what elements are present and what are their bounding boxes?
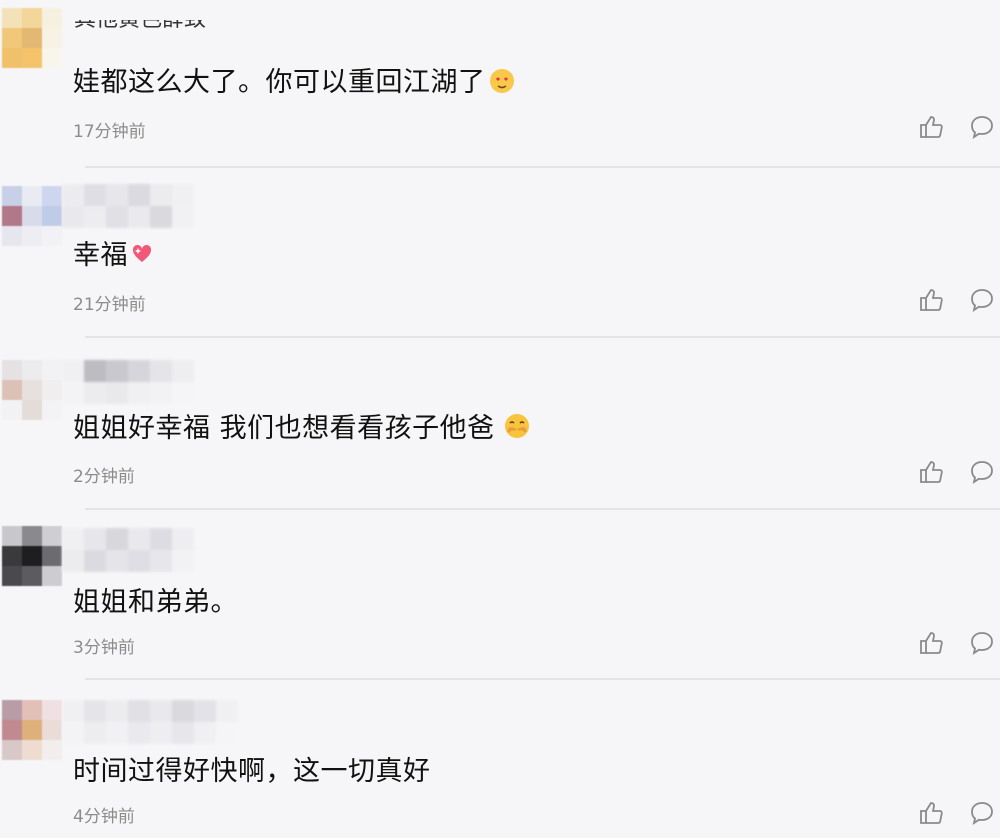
timestamp: 3分钟前 <box>73 638 135 658</box>
comment-bubble-icon[interactable] <box>968 113 996 141</box>
thumbs-up-icon[interactable] <box>917 113 945 141</box>
thumbs-up-icon[interactable] <box>917 799 945 827</box>
comment-text: 姐姐好幸福 我们也想看看孩子他爸 <box>73 406 531 447</box>
comment-bubble-icon[interactable] <box>968 286 996 314</box>
timestamp: 17分钟前 <box>73 122 146 142</box>
username-blurred[interactable] <box>62 528 194 572</box>
comment-text: 时间过得好快啊，这一切真好 <box>73 756 431 787</box>
username-blurred[interactable] <box>62 700 242 744</box>
thumbs-up-icon[interactable] <box>917 286 945 314</box>
avatar[interactable] <box>2 8 62 68</box>
comment-bubble-icon[interactable] <box>968 799 996 827</box>
timestamp: 4分钟前 <box>73 807 135 827</box>
username-blurred[interactable] <box>62 184 194 228</box>
divider <box>85 166 1000 168</box>
timestamp: 2分钟前 <box>73 467 135 487</box>
comment-text: 娃都这么大了。你可以重回江湖了 <box>73 60 516 101</box>
comment-text: 姐姐和弟弟。 <box>73 587 238 618</box>
username[interactable]: 其他黄色薛致 <box>74 20 206 32</box>
timestamp: 21分钟前 <box>73 295 146 315</box>
username-blurred[interactable] <box>62 360 194 404</box>
divider <box>85 678 1000 680</box>
divider <box>85 336 1000 338</box>
thumbs-up-icon[interactable] <box>917 458 945 486</box>
sparkling-heart-emoji <box>130 241 154 272</box>
avatar[interactable] <box>2 186 62 246</box>
avatar[interactable] <box>2 360 62 420</box>
avatar[interactable] <box>2 526 62 586</box>
avatar[interactable] <box>2 700 62 760</box>
comment-bubble-icon[interactable] <box>968 458 996 486</box>
divider <box>85 508 1000 510</box>
comment-text: 幸福 <box>73 233 154 272</box>
cat-heart-eyes-emoji <box>488 66 516 101</box>
thumbs-up-icon[interactable] <box>917 629 945 657</box>
shy-face-emoji <box>503 412 531 447</box>
comment-bubble-icon[interactable] <box>968 629 996 657</box>
